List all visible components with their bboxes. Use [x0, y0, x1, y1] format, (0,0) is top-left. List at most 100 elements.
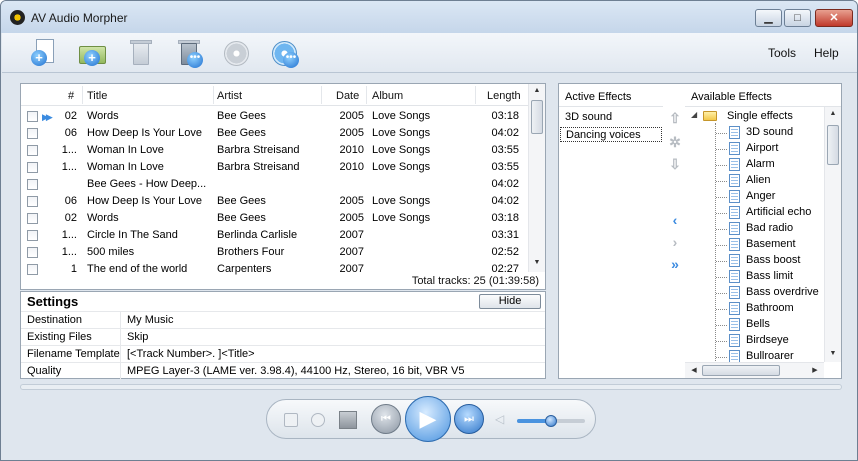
col-artist[interactable]: Artist [217, 90, 242, 102]
tree-connector [716, 245, 727, 246]
row-checkbox[interactable] [27, 111, 38, 122]
setting-label: Destination [27, 314, 83, 326]
table-row[interactable]: 06 How Deep Is Your Love Bee Gees 2005 Love … [21, 193, 529, 210]
row-checkbox[interactable] [27, 264, 38, 275]
effect-label: Bullroarer [746, 350, 794, 362]
available-effects-tree[interactable]: ◢ Single effects 3D sound Airport Alarm Ali… [685, 106, 841, 378]
setting-value[interactable]: Skip [126, 331, 148, 343]
table-row[interactable]: 1... Woman In Love Barbra Streisand 2010 Lov… [21, 159, 529, 176]
add-folder-button[interactable]: + [76, 37, 108, 69]
settings-row[interactable]: Existing Files Skip [21, 328, 545, 346]
cell-num: 06 [64, 127, 77, 139]
next-button[interactable]: ⏭ [454, 404, 484, 434]
disc-button[interactable] [220, 37, 252, 69]
disc-options-button[interactable]: ••• [268, 37, 300, 69]
delete-button[interactable] [124, 37, 156, 69]
scroll-thumb[interactable] [827, 125, 839, 165]
scroll-right-icon[interactable]: ▶ [807, 364, 823, 378]
effect-label: 3D sound [746, 126, 794, 138]
total-tracks: Total tracks: 25 (01:39:58) [411, 275, 539, 287]
scroll-up-icon[interactable]: ▲ [529, 84, 545, 98]
settings-row[interactable]: Quality MPEG Layer-3 (LAME ver. 3.98.4), … [21, 362, 545, 380]
col-separator [82, 86, 83, 104]
maximize-button[interactable]: □ [784, 9, 811, 27]
hide-settings-button[interactable]: Hide [479, 294, 541, 309]
scroll-up-icon[interactable]: ▲ [825, 107, 841, 121]
cell-num: 1... [61, 246, 77, 258]
tree-connector [716, 133, 727, 134]
table-row[interactable]: Bee Gees - How Deep... 04:02 [21, 176, 529, 193]
effect-label: Airport [746, 142, 779, 154]
settings-row[interactable]: Filename Template [<Track Number>. ]<Titl… [21, 345, 545, 363]
effects-vscroll[interactable]: ▲ ▼ [824, 107, 841, 362]
row-checkbox[interactable] [27, 196, 38, 207]
row-checkbox[interactable] [27, 145, 38, 156]
row-checkbox[interactable] [27, 213, 38, 224]
table-row[interactable]: 1... 500 miles Brothers Four 2007 02:52 [21, 244, 529, 261]
settings-row[interactable]: Destination My Music [21, 311, 545, 329]
effect-file-icon [729, 142, 740, 155]
table-row[interactable]: 02 Words Bee Gees 2005 Love Songs 03:18 [21, 210, 529, 227]
scroll-thumb[interactable] [702, 365, 780, 376]
volume-slider[interactable] [517, 415, 585, 427]
col-album[interactable]: Album [372, 90, 403, 102]
cell-date: 2010 [339, 161, 364, 173]
playlist-icon[interactable] [284, 413, 298, 427]
active-effects-list[interactable]: 3D sound Dancing voices [559, 106, 663, 378]
new-document-button[interactable]: + [28, 37, 60, 69]
effect-file-icon [729, 254, 740, 267]
row-checkbox[interactable] [27, 162, 38, 173]
move-up-icon[interactable]: ⇧ [667, 110, 683, 126]
remove-icon[interactable]: ‹ [667, 212, 683, 228]
col-date[interactable]: Date [336, 90, 359, 102]
add-one-icon[interactable]: › [667, 234, 683, 250]
tracks-scrollbar[interactable]: ▲ ▼ [528, 84, 545, 272]
setting-value[interactable]: MPEG Layer-3 (LAME ver. 3.98.4), 44100 H… [126, 365, 465, 377]
close-button[interactable]: ✕ [815, 9, 853, 27]
table-row[interactable]: 1... Circle In The Sand Berlinda Carlisle 2… [21, 227, 529, 244]
table-row[interactable]: 1... Woman In Love Barbra Streisand 2010 Lov… [21, 142, 529, 159]
cell-album: Love Songs [372, 127, 431, 139]
active-effect-item[interactable]: Dancing voices [560, 127, 662, 142]
scroll-down-icon[interactable]: ▼ [825, 347, 841, 361]
scroll-thumb[interactable] [531, 100, 543, 134]
row-checkbox[interactable] [27, 247, 38, 258]
window-title: AV Audio Morpher [31, 11, 128, 25]
scroll-down-icon[interactable]: ▼ [529, 256, 545, 270]
active-effect-item[interactable]: 3D sound [560, 110, 662, 125]
menu-help[interactable]: Help [814, 46, 839, 60]
cell-date: 2005 [339, 195, 364, 207]
collapse-icon[interactable]: ◢ [691, 110, 697, 119]
effects-hscroll[interactable]: ◀ ▶ [685, 362, 824, 378]
row-checkbox[interactable] [27, 128, 38, 139]
volume-knob[interactable] [545, 415, 557, 427]
effect-label: Bass overdrive [746, 286, 819, 298]
col-title[interactable]: Title [87, 90, 107, 102]
cell-length: 04:02 [491, 178, 519, 190]
previous-button[interactable]: ⏮ [371, 404, 401, 434]
settings-icon[interactable]: ✲ [667, 134, 683, 150]
stop-icon[interactable] [339, 411, 357, 429]
table-row[interactable]: ▶▶ 02 Words Bee Gees 2005 Love Songs 03:18 [21, 108, 529, 125]
effect-label: Artificial echo [746, 206, 812, 218]
col-length[interactable]: Length [487, 90, 521, 102]
effects-toggle-icon[interactable] [311, 413, 325, 427]
setting-value[interactable]: My Music [126, 314, 173, 326]
menu-tools[interactable]: Tools [768, 46, 796, 60]
move-down-icon[interactable]: ⇩ [667, 156, 683, 172]
play-button[interactable]: ▶ [405, 396, 451, 442]
col-num[interactable]: # [68, 90, 74, 102]
delete-options-button[interactable]: ••• [172, 37, 204, 69]
scroll-left-icon[interactable]: ◀ [686, 364, 702, 378]
cell-num: 06 [64, 195, 77, 207]
table-row[interactable]: 06 How Deep Is Your Love Bee Gees 2005 Love … [21, 125, 529, 142]
cell-date: 2005 [339, 212, 364, 224]
add-all-icon[interactable]: » [667, 256, 683, 272]
minimize-button[interactable]: ▁ [755, 9, 782, 27]
cell-num: 1... [61, 144, 77, 156]
row-checkbox[interactable] [27, 179, 38, 190]
row-checkbox[interactable] [27, 230, 38, 241]
tree-connector [716, 229, 727, 230]
setting-value[interactable]: [<Track Number>. ]<Title> [126, 348, 255, 360]
tree-connector [716, 197, 727, 198]
